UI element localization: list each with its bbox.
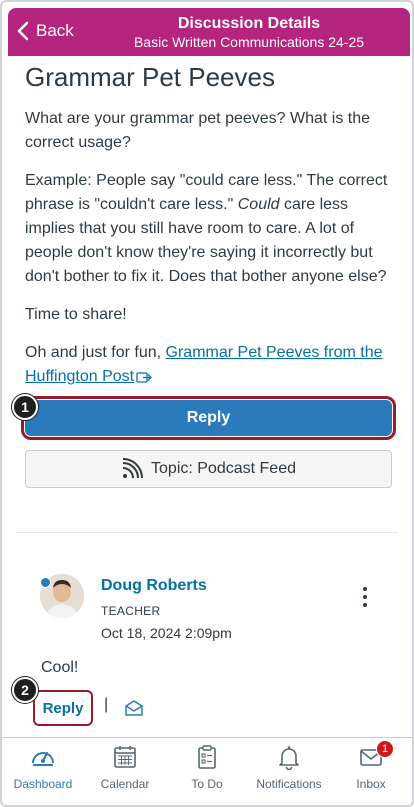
- discussion-paragraph: What are your grammar pet peeves? What i…: [25, 110, 371, 151]
- discussion-paragraph: Oh and just for fun, Grammar Pet Peeves …: [25, 341, 395, 389]
- tab-label: Dashboard: [13, 777, 73, 791]
- header-titles: Discussion Details Basic Written Communi…: [88, 15, 410, 51]
- comment-author[interactable]: Doug Roberts: [101, 577, 207, 595]
- calendar-icon: [114, 746, 136, 768]
- comment-reply-button[interactable]: Reply: [33, 690, 93, 726]
- paragraph-text: Oh and just for fun,: [25, 344, 166, 361]
- callout-badge: 1: [12, 394, 38, 420]
- author-role: TEACHER: [101, 604, 161, 618]
- page-title: Discussion Details: [177, 15, 321, 32]
- tab-inbox[interactable]: 1 Inbox: [330, 738, 412, 799]
- tab-bar: Dashboard Calendar To Do Notifications 1…: [2, 737, 412, 799]
- callout-badge: 2: [12, 677, 38, 703]
- tab-notifications[interactable]: Notifications: [248, 738, 330, 799]
- emphasis-text: Could: [237, 196, 280, 213]
- reply-button[interactable]: Reply: [21, 396, 396, 440]
- discussion-paragraph: Time to share!: [25, 306, 127, 323]
- unread-indicator: [40, 577, 51, 588]
- external-link-icon: [136, 372, 153, 383]
- rss-icon: [122, 458, 144, 479]
- todo-icon: [198, 745, 216, 769]
- tab-todo[interactable]: To Do: [166, 738, 248, 799]
- bell-icon: [279, 746, 299, 770]
- action-separator: |: [104, 696, 109, 713]
- section-divider: [16, 532, 398, 533]
- tab-dashboard[interactable]: Dashboard: [2, 738, 84, 799]
- inbox-badge: 1: [376, 740, 394, 758]
- course-subtitle: Basic Written Communications 24-25: [133, 34, 365, 50]
- comment-date: Oct 18, 2024 2:09pm: [101, 625, 232, 641]
- discussion-paragraph: Example: People say "could care less." T…: [25, 169, 395, 289]
- podcast-label: Topic: Podcast Feed: [151, 460, 296, 477]
- mark-read-icon[interactable]: [124, 699, 144, 717]
- tab-label: Notifications: [256, 777, 322, 791]
- tab-calendar[interactable]: Calendar: [84, 738, 166, 799]
- app-frame: Back Discussion Details Basic Written Co…: [0, 0, 414, 807]
- chevron-left-icon: [17, 21, 29, 41]
- discussion-title: Grammar Pet Peeves: [25, 62, 275, 92]
- discussion-body: Grammar Pet Peeves What are your grammar…: [25, 62, 395, 403]
- header-bar: Back Discussion Details Basic Written Co…: [8, 8, 410, 56]
- dashboard-icon: [32, 752, 54, 766]
- back-button[interactable]: Back: [16, 21, 74, 41]
- comment-text: Cool!: [41, 659, 79, 676]
- tab-label: Inbox: [356, 777, 386, 791]
- back-label: Back: [36, 21, 74, 40]
- more-options-icon[interactable]: [358, 585, 372, 609]
- tab-label: To Do: [191, 777, 223, 791]
- podcast-feed-button[interactable]: Topic: Podcast Feed: [25, 450, 392, 488]
- tab-label: Calendar: [100, 777, 150, 791]
